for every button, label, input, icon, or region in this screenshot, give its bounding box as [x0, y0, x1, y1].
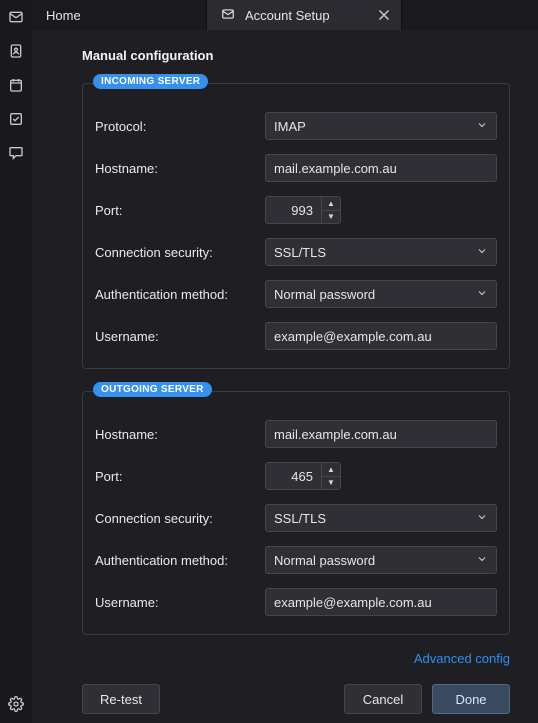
retest-label: Re-test — [100, 692, 142, 707]
activity-rail — [0, 0, 32, 723]
outgoing-auth-select[interactable]: Normal password — [265, 546, 497, 574]
outgoing-username-label: Username: — [95, 595, 255, 610]
page-title: Manual configuration — [82, 48, 510, 63]
address-book-icon[interactable] — [7, 42, 25, 60]
protocol-select[interactable]: IMAP — [265, 112, 497, 140]
incoming-username-label: Username: — [95, 329, 255, 344]
incoming-security-label: Connection security: — [95, 245, 255, 260]
close-icon[interactable] — [375, 6, 393, 24]
incoming-auth-label: Authentication method: — [95, 287, 255, 302]
retest-button[interactable]: Re-test — [82, 684, 160, 714]
outgoing-security-label: Connection security: — [95, 511, 255, 526]
chevron-down-icon — [476, 553, 488, 568]
chevron-down-icon — [476, 245, 488, 260]
chevron-down-icon — [476, 287, 488, 302]
outgoing-port-input[interactable] — [265, 462, 321, 490]
done-label: Done — [455, 692, 486, 707]
incoming-port-spinner: ▲ ▼ — [321, 196, 341, 224]
content-area: Manual configuration INCOMING SERVER Pro… — [32, 30, 538, 723]
spin-up-button[interactable]: ▲ — [322, 463, 340, 477]
advanced-config-row: Advanced config — [82, 651, 510, 666]
settings-icon[interactable] — [7, 695, 25, 713]
protocol-label: Protocol: — [95, 119, 255, 134]
done-button[interactable]: Done — [432, 684, 510, 714]
outgoing-auth-label: Authentication method: — [95, 553, 255, 568]
chat-icon[interactable] — [7, 144, 25, 162]
tab-bar: Home Account Setup — [32, 0, 538, 30]
incoming-server-group: INCOMING SERVER Protocol: IMAP Hostname:… — [82, 83, 510, 369]
button-row: Re-test Cancel Done — [82, 684, 510, 714]
tab-account-setup[interactable]: Account Setup — [207, 0, 402, 30]
outgoing-port-spinner: ▲ ▼ — [321, 462, 341, 490]
cancel-label: Cancel — [363, 692, 403, 707]
outgoing-legend: OUTGOING SERVER — [93, 382, 212, 397]
incoming-port-label: Port: — [95, 203, 255, 218]
outgoing-auth-value: Normal password — [274, 553, 375, 568]
advanced-config-link[interactable]: Advanced config — [414, 651, 510, 666]
outgoing-hostname-label: Hostname: — [95, 427, 255, 442]
tab-label: Account Setup — [245, 8, 330, 23]
chevron-down-icon — [476, 119, 488, 134]
cancel-button[interactable]: Cancel — [344, 684, 422, 714]
incoming-security-select[interactable]: SSL/TLS — [265, 238, 497, 266]
spin-up-button[interactable]: ▲ — [322, 197, 340, 211]
account-setup-icon — [221, 7, 235, 24]
calendar-icon[interactable] — [7, 76, 25, 94]
incoming-username-input[interactable] — [265, 322, 497, 350]
outgoing-security-select[interactable]: SSL/TLS — [265, 504, 497, 532]
outgoing-server-group: OUTGOING SERVER Hostname: Port: ▲ ▼ — [82, 391, 510, 635]
main-column: Home Account Setup Manual configuration … — [32, 0, 538, 723]
chevron-down-icon — [476, 511, 488, 526]
spin-down-button[interactable]: ▼ — [322, 211, 340, 224]
incoming-port-input[interactable] — [265, 196, 321, 224]
tab-label: Home — [46, 8, 81, 23]
incoming-hostname-input[interactable] — [265, 154, 497, 182]
incoming-auth-select[interactable]: Normal password — [265, 280, 497, 308]
incoming-hostname-label: Hostname: — [95, 161, 255, 176]
outgoing-hostname-input[interactable] — [265, 420, 497, 448]
outgoing-security-value: SSL/TLS — [274, 511, 326, 526]
outgoing-username-input[interactable] — [265, 588, 497, 616]
mail-icon[interactable] — [7, 8, 25, 26]
incoming-legend: INCOMING SERVER — [93, 74, 208, 89]
tasks-icon[interactable] — [7, 110, 25, 128]
protocol-value: IMAP — [274, 119, 306, 134]
tab-home[interactable]: Home — [32, 0, 207, 30]
incoming-auth-value: Normal password — [274, 287, 375, 302]
incoming-security-value: SSL/TLS — [274, 245, 326, 260]
spin-down-button[interactable]: ▼ — [322, 477, 340, 490]
outgoing-port-label: Port: — [95, 469, 255, 484]
